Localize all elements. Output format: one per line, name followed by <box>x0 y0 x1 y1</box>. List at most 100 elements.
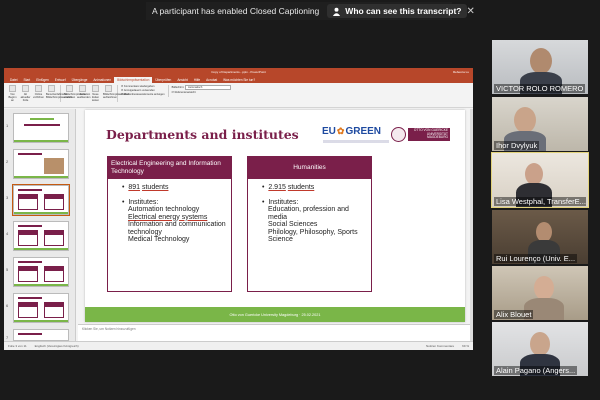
slide-thumbnail-1[interactable] <box>13 113 69 143</box>
university-seal-icon <box>391 127 406 142</box>
zoom-level[interactable]: 69 % <box>462 344 469 348</box>
notes-comments-toggle[interactable]: Notizen Kommentare <box>426 344 454 348</box>
present-online-button[interactable]: Online vorführen <box>33 85 44 102</box>
tab-ansicht[interactable]: Ansicht <box>174 77 190 83</box>
rehearse-timings-button[interactable]: Neue Zeiten testen <box>90 85 101 102</box>
tab-start[interactable]: Start <box>20 77 33 83</box>
setup-show-button[interactable]: Bildschirmpräsentation einrichten <box>64 85 90 102</box>
ribbon-group-start: Von Beginn an Ab aktueller Folie Online … <box>7 85 72 102</box>
thumb-number: 2 <box>6 159 9 164</box>
ribbon-group-setup: Bildschirmpräsentation einrichten Folie … <box>64 85 129 102</box>
department-details: • 2.915 students • Institutes: Education… <box>248 179 371 244</box>
participant-name: VICTOR ROLO ROMERO <box>494 84 586 93</box>
institute-item: Electrical energy systems <box>128 213 208 221</box>
transcript-visibility-label: Who can see this transcript? <box>345 6 462 16</box>
from-beginning-button[interactable]: Von Beginn an <box>7 85 18 102</box>
ribbon-group-monitors: Bildschirm: Automatisch ☑ Referentenansi… <box>172 85 231 95</box>
ppt-window-title: Copy of Departments...pptx - PowerPoint <box>211 70 266 74</box>
department-heading: Humanities <box>248 157 371 179</box>
slide-thumbnails-pane: 1 2 3 4 5 6 7 <box>4 109 76 341</box>
ppt-status-bar: Folie 3 von 11 Englisch (Vereinigtes Kön… <box>4 341 473 350</box>
eu-green-logo: EU ✿ GREEN <box>322 126 382 137</box>
thumb-number: 7 <box>6 335 9 340</box>
monitor-select[interactable]: Automatisch <box>185 85 231 90</box>
timer-icon <box>92 85 99 92</box>
record-show-button[interactable]: Bildschirmpräsentation aufzeichnen <box>103 85 129 102</box>
participant-name: Ihor Dvylyuk <box>494 141 540 150</box>
slide-thumbnail-4[interactable] <box>13 221 69 251</box>
flower-icon: ✿ <box>336 126 345 136</box>
record-icon <box>105 85 112 92</box>
ribbon-group-checks: ☑ Kommentare wiedergeben ☑ Anzeigedauern… <box>121 85 169 97</box>
hide-slide-button[interactable]: Folie ausblenden <box>77 85 90 102</box>
ovgu-logo: OTTO VON GUERICKE UNIVERSITÄT MAGDEBURG <box>391 126 451 143</box>
thumb-number: 6 <box>6 303 9 308</box>
tell-me-search[interactable]: Was möchten Sie tun? <box>220 77 258 83</box>
participant-tile-6[interactable]: Alain Pagano (Angers... <box>492 322 588 376</box>
show-media-controls-check[interactable]: ☑ Medienbesteuerelemente anzeigen <box>121 93 165 97</box>
department-box-humanities: Humanities • 2.915 students • Institutes… <box>247 156 372 292</box>
tab-ueberpruefen[interactable]: Überprüfen <box>152 77 174 83</box>
tab-datei[interactable]: Datei <box>7 77 20 83</box>
ppt-ribbon-tabs: Datei Start Einfügen Entwurf Übergänge A… <box>4 76 473 83</box>
close-icon[interactable]: ✕ <box>467 6 475 17</box>
presenter-view-check[interactable]: ☑ Referentenansicht <box>172 91 231 95</box>
institute-item: Social Sciences <box>268 221 318 228</box>
slide-thumbnail-3[interactable] <box>12 184 70 216</box>
tab-einfuegen[interactable]: Einfügen <box>33 77 52 83</box>
slide-thumbnail-7[interactable] <box>13 329 69 341</box>
tab-uebergaenge[interactable]: Übergänge <box>69 77 91 83</box>
institute-item: Information and communication technology <box>128 221 226 236</box>
tab-hilfe[interactable]: Hilfe <box>191 77 203 83</box>
participant-name: Alix Blouet <box>494 310 534 319</box>
setup-icon <box>66 85 73 92</box>
slide-thumbnail-6[interactable] <box>13 293 69 323</box>
department-heading: Electrical Engineering and Information T… <box>108 157 231 179</box>
transcript-visibility-button[interactable]: Who can see this transcript? <box>327 4 467 18</box>
tab-acrobat[interactable]: Acrobat <box>203 77 220 83</box>
student-count: • 891 students <box>122 184 169 191</box>
tab-animationen[interactable]: Animationen <box>90 77 114 83</box>
language-indicator[interactable]: Englisch (Vereinigtes Königreich) <box>35 344 79 348</box>
institute-item: Philology, Philosophy, Sports Science <box>268 228 358 244</box>
participant-name: Lisa Westphal, TransferE... <box>494 197 586 206</box>
eu-green-tagline <box>323 140 389 143</box>
tab-entwurf[interactable]: Entwurf <box>52 77 69 83</box>
slide-thumbnail-5[interactable] <box>13 257 69 287</box>
play-icon <box>9 85 16 92</box>
slide-thumbnail-2[interactable] <box>13 149 69 179</box>
custom-show-button[interactable]: Benutzerdefinierte Bildschirmpräsentatio… <box>46 85 72 102</box>
slide-counter: Folie 3 von 11 <box>8 344 27 348</box>
institutes-label: • Institutes: <box>122 198 159 206</box>
student-count: • 2.915 students <box>262 184 315 191</box>
slide-title: Departments and institutes <box>106 127 299 142</box>
current-slide[interactable]: Departments and institutes EU ✿ GREEN OTTO… <box>85 110 465 322</box>
from-current-button[interactable]: Ab aktueller Folie <box>20 85 31 102</box>
monitor-row: Bildschirm: Automatisch <box>172 85 231 90</box>
participant-tile-5[interactable]: Alix Blouet <box>492 266 588 320</box>
slide-footer: Otto von Guericke University Magdeburg ·… <box>85 307 465 322</box>
ovgu-logo-name: OTTO VON GUERICKE UNIVERSITÄT MAGDEBURG <box>408 128 450 141</box>
department-box-eeit: Electrical Engineering and Information T… <box>107 156 232 292</box>
participant-name: Rui Lourenço (Univ. E... <box>494 254 578 263</box>
institute-item: Education, profession and media <box>268 206 349 221</box>
ppt-title-bar: Copy of Departments...pptx - PowerPoint … <box>4 68 473 76</box>
participant-tile-4[interactable]: Rui Lourenço (Univ. E... <box>492 210 588 264</box>
thumb-number: 5 <box>6 267 9 272</box>
thumb-number: 3 <box>6 195 9 200</box>
department-details: • 891 students • Institutes: Automation … <box>108 179 231 244</box>
slide-scrollbar[interactable] <box>470 109 473 341</box>
custom-show-icon <box>48 85 55 92</box>
thumb-number: 1 <box>6 123 9 128</box>
closed-caption-notice: A participant has enabled Closed Caption… <box>146 2 475 20</box>
notes-pane[interactable]: Klicken Sie, um Notizen hinzuzufügen <box>78 324 470 341</box>
participant-tile-2[interactable]: Ihor Dvylyuk <box>492 97 588 151</box>
person-icon <box>333 7 341 16</box>
participant-tile-1[interactable]: VICTOR ROLO ROMERO <box>492 40 588 94</box>
tab-bildschirmpraesentation[interactable]: Bildschirmpräsentation <box>114 77 153 83</box>
participant-tile-3[interactable]: Lisa Westphal, TransferE... <box>491 152 589 208</box>
institute-item: Medical Technology <box>128 236 190 243</box>
hide-slide-icon <box>79 85 86 92</box>
globe-icon <box>35 85 42 92</box>
caption-message: A participant has enabled Closed Caption… <box>152 6 320 16</box>
